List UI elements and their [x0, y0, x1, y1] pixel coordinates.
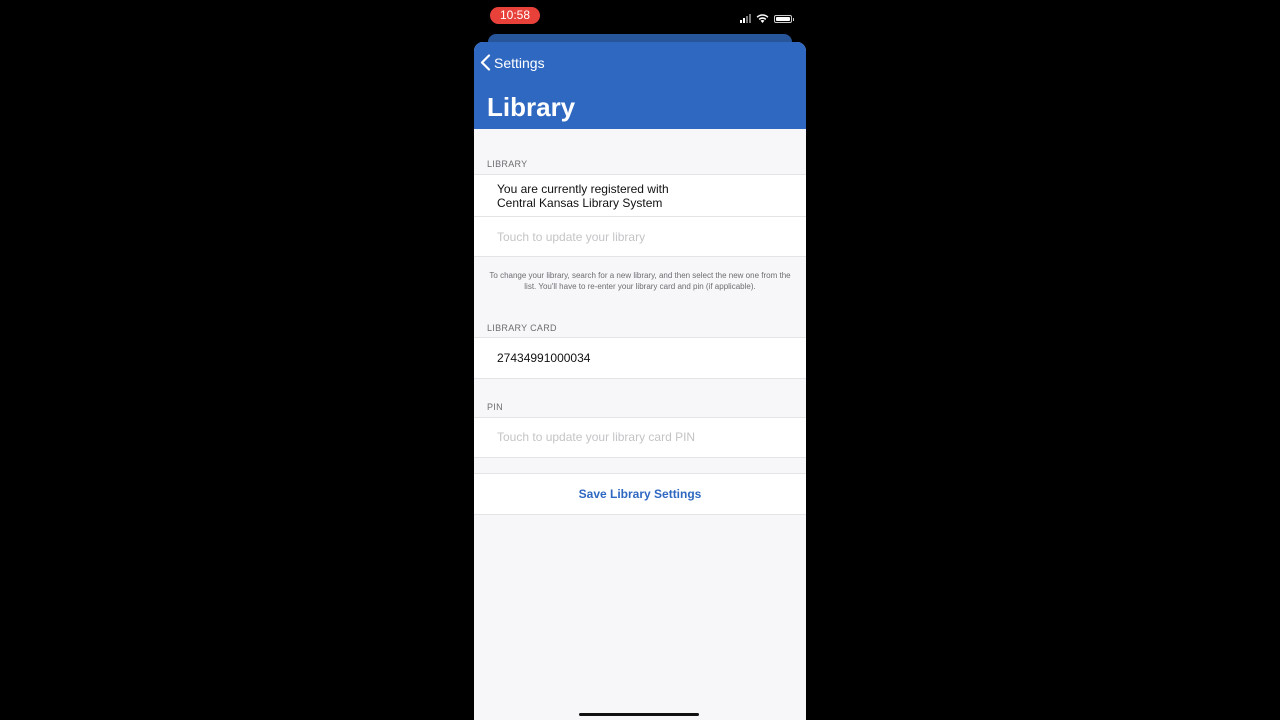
status-icons: [740, 11, 794, 23]
library-group: You are currently registered with Centra…: [474, 174, 806, 257]
pin-placeholder: Touch to update your library card PIN: [497, 430, 696, 444]
pin-field[interactable]: Touch to update your library card PIN: [474, 418, 806, 457]
library-card-field[interactable]: 27434991000034: [474, 338, 806, 378]
update-library-placeholder: Touch to update your library: [497, 230, 646, 244]
library-card-number: 27434991000034: [497, 351, 591, 365]
library-settings-sheet: Settings Library LIBRARY You are current…: [474, 42, 806, 720]
save-group: Save Library Settings: [474, 473, 806, 515]
back-button-label: Settings: [494, 54, 545, 71]
library-section-header: LIBRARY: [487, 159, 528, 169]
pin-group: Touch to update your library card PIN: [474, 417, 806, 458]
battery-icon: [774, 15, 794, 23]
library-card-group: 27434991000034: [474, 337, 806, 379]
chevron-left-icon: [480, 54, 491, 71]
cellular-signal-icon: [740, 14, 751, 23]
registered-line-1: You are currently registered with: [497, 182, 669, 196]
phone-screen: 10:58 Settings Library LIBRARY You are c…: [474, 0, 806, 720]
navigation-bar: Settings Library: [474, 42, 806, 129]
pin-section-header: PIN: [487, 402, 503, 412]
wifi-icon: [756, 14, 769, 23]
update-library-cell[interactable]: Touch to update your library: [474, 216, 806, 256]
registered-library-cell: You are currently registered with Centra…: [474, 175, 806, 216]
library-change-note: To change your library, search for a new…: [489, 271, 791, 291]
page-title: Library: [487, 92, 576, 122]
save-library-settings-button[interactable]: Save Library Settings: [474, 474, 806, 514]
status-time: 10:58: [490, 7, 540, 24]
registered-library-name: Central Kansas Library System: [497, 196, 663, 210]
library-card-section-header: LIBRARY CARD: [487, 323, 557, 333]
back-button[interactable]: Settings: [480, 54, 545, 71]
home-indicator[interactable]: [579, 713, 699, 716]
